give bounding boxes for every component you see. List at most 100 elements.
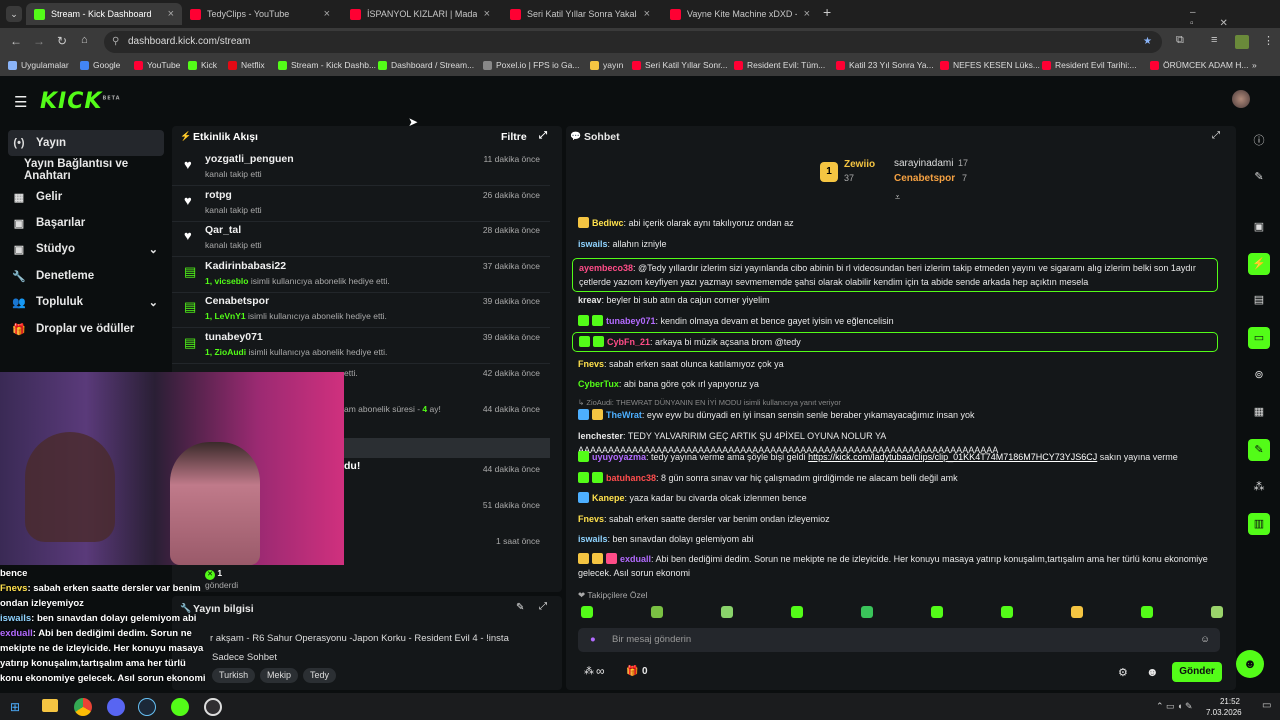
notifications-icon[interactable]: ▭ — [1262, 700, 1271, 711]
chat-username[interactable]: Bediwc — [592, 218, 624, 228]
bookmark-item[interactable]: Uygulamalar — [8, 60, 69, 70]
system-tray[interactable]: ⌃ ▭ ◖ ✎ — [1156, 701, 1193, 712]
bookmark-item[interactable]: Stream - Kick Dashb... — [278, 60, 376, 70]
bookmark-item[interactable]: Google — [80, 60, 120, 70]
share-icon[interactable]: ⁂ — [1248, 476, 1270, 498]
windows-start-icon[interactable]: ⊞ — [10, 700, 20, 714]
bookmark-item[interactable]: Seri Katil Yıllar Sonr... — [632, 60, 728, 70]
reload-icon[interactable]: ↻ — [57, 34, 67, 48]
help-bubble-icon[interactable]: ☻ — [1236, 650, 1264, 678]
emote-icon[interactable] — [791, 606, 803, 618]
emote-icon[interactable] — [1071, 606, 1083, 618]
printer-icon[interactable]: ▦ — [1248, 401, 1270, 423]
pencil-icon[interactable]: ✎ — [1248, 166, 1270, 188]
steam-icon[interactable] — [138, 698, 156, 716]
tab-close-icon[interactable]: × — [168, 8, 174, 20]
bookmark-item[interactable]: Resident Evil Tarihi:... — [1042, 60, 1137, 70]
browser-tab[interactable]: Vayne Kite Machine xDXD - You × — [662, 3, 818, 25]
kicks-icon[interactable]: ⁂ — [584, 666, 594, 677]
chrome-icon[interactable] — [74, 698, 92, 716]
emote-icon[interactable] — [721, 606, 733, 618]
bookmark-item[interactable]: Katil 23 Yıl Sonra Ya... — [836, 60, 934, 70]
home-icon[interactable]: ⌂ — [81, 34, 88, 46]
hamburger-menu-icon[interactable]: ☰ — [14, 93, 27, 111]
chevron-down-icon[interactable]: ⌄ — [149, 296, 158, 309]
chat-input[interactable]: ● Bir mesaj gönderin ☺ — [578, 628, 1220, 652]
sidebar-item[interactable]: 🔧 Denetleme — [8, 263, 164, 289]
media-icon[interactable]: ≡ — [1211, 34, 1217, 46]
chat-username[interactable]: lenchester — [578, 431, 623, 441]
chevron-down-icon[interactable]: ⌄ — [149, 243, 158, 256]
emote-icon[interactable] — [861, 606, 873, 618]
chat-username[interactable]: CybFn_21 — [607, 337, 650, 347]
bookmark-item[interactable]: Kick — [188, 60, 217, 70]
chat-username[interactable]: Kanepe — [592, 493, 625, 503]
more-bookmarks-icon[interactable]: » — [1252, 60, 1257, 70]
chat-username[interactable]: tunabey071 — [606, 316, 656, 326]
sidebar-item[interactable]: Yayın Bağlantısı ve Anahtarı — [8, 157, 172, 183]
tab-search-button[interactable]: ⌄ — [6, 6, 22, 22]
sidebar-item[interactable]: 🎁 Droplar ve ödüller — [8, 316, 164, 342]
expand-leaderboard-icon[interactable]: ⩡ — [895, 192, 900, 203]
tab-close-icon[interactable]: × — [804, 8, 810, 20]
bookmark-item[interactable]: Dashboard / Stream... — [378, 60, 474, 70]
browser-menu-icon[interactable]: ⋮ — [1263, 34, 1274, 47]
wrench-icon[interactable]: ✎ — [1248, 439, 1270, 461]
browser-tab[interactable]: İSPANYOL KIZLARI | Madara Ol × — [342, 3, 498, 25]
clock[interactable]: 21:52 7.03.2026 — [1206, 696, 1242, 718]
popout-icon[interactable]: ⤢ — [1212, 130, 1220, 141]
extensions-icon[interactable]: ⧉ — [1176, 34, 1184, 47]
chat-username[interactable]: TheWrat — [606, 410, 642, 420]
sidebar-item[interactable]: ▣ Stüdyo ⌄ — [8, 236, 164, 262]
sidebar-item[interactable]: (•) Yayın — [8, 130, 164, 156]
clapper-icon[interactable]: ▥ — [1248, 513, 1270, 535]
emote-icon[interactable] — [581, 606, 593, 618]
edit-icon[interactable]: ✎ — [516, 602, 524, 613]
user-avatar[interactable] — [1232, 90, 1250, 108]
emote-icon[interactable] — [931, 606, 943, 618]
chat-link[interactable]: https://kick.com/ladytubaa/clips/clip_01… — [808, 452, 1097, 462]
tab-close-icon[interactable]: × — [644, 8, 650, 20]
browser-tab[interactable]: Seri Katil Yıllar Sonra Yakalandı × — [502, 3, 658, 25]
chat-username[interactable]: iswails — [578, 239, 608, 249]
bookmark-star-icon[interactable]: ★ — [1143, 31, 1152, 53]
bookmark-item[interactable]: ÖRÜMCEK ADAM H... — [1150, 60, 1248, 70]
emote-picker-icon[interactable]: ☻ — [1146, 665, 1159, 679]
bookmark-item[interactable]: YouTube — [134, 60, 180, 70]
popout-icon[interactable]: ⤢ — [539, 601, 547, 612]
bookmark-item[interactable]: yayın — [590, 60, 623, 70]
chat-icon[interactable]: ▭ — [1248, 327, 1270, 349]
emote-icon[interactable] — [651, 606, 663, 618]
gift-icon[interactable]: 🎁 — [626, 666, 638, 677]
url-input[interactable]: ⚲ dashboard.kick.com/stream ★ — [104, 31, 1162, 53]
document-icon[interactable]: ▤ — [1248, 289, 1270, 311]
chat-username[interactable]: iswails — [578, 534, 608, 544]
discord-icon[interactable] — [107, 698, 125, 716]
bookmark-item[interactable]: Resident Evil: Tüm... — [734, 60, 825, 70]
new-tab-button[interactable]: + — [823, 4, 831, 20]
forward-icon[interactable]: → — [33, 34, 45, 48]
tab-close-icon[interactable]: × — [324, 8, 330, 20]
site-info-icon[interactable]: ⚲ — [112, 31, 119, 53]
browser-tab[interactable]: TedyClips - YouTube × — [182, 3, 338, 25]
browser-tab[interactable]: Stream - Kick Dashboard × — [26, 3, 182, 25]
file-explorer-icon[interactable] — [42, 699, 58, 712]
mic-icon[interactable]: ● — [590, 628, 596, 652]
chat-username[interactable]: Fnevs — [578, 514, 604, 524]
settings-icon[interactable]: ⚙ — [1118, 666, 1128, 679]
lightning-icon[interactable]: ⚡ — [1248, 253, 1270, 275]
sidebar-item[interactable]: 👥 Topluluk ⌄ — [8, 289, 164, 315]
chat-username[interactable]: batuhanc38 — [606, 473, 656, 483]
sidebar-item[interactable]: ▦ Gelir — [8, 184, 164, 210]
profile-avatar[interactable] — [1235, 35, 1249, 49]
camera-icon[interactable]: ▣ — [1248, 216, 1270, 238]
chat-username[interactable]: Fnevs — [578, 359, 604, 369]
popout-icon[interactable]: ⤢ — [539, 130, 547, 141]
sidebar-item[interactable]: ▣ Başarılar — [8, 210, 164, 236]
chat-username[interactable]: ayembeco38 — [579, 263, 633, 273]
emoji-icon[interactable]: ☺ — [1200, 628, 1210, 652]
tab-close-icon[interactable]: × — [484, 8, 490, 20]
broadcast-icon[interactable]: ⊚ — [1248, 364, 1270, 386]
filter-button[interactable]: Filtre — [501, 131, 527, 143]
emote-icon[interactable] — [1141, 606, 1153, 618]
